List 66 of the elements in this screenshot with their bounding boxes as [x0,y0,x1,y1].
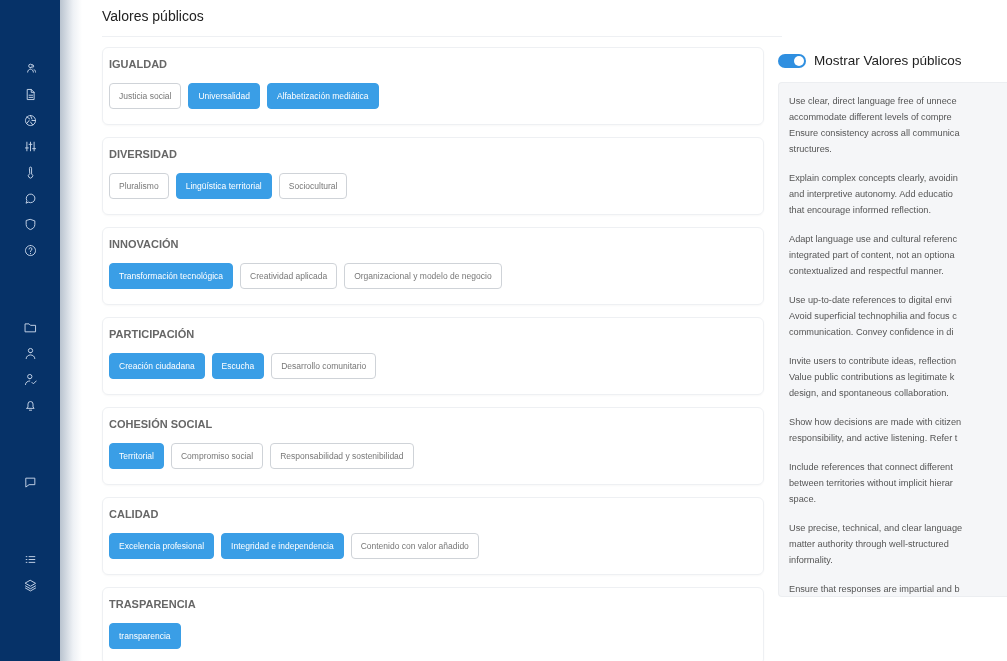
group-title: CALIDAD [109,508,160,520]
text-line: Use precise, technical, and clear language [789,522,964,535]
value-chip[interactable]: Universalidad [188,83,260,109]
text-line: and interpretive autonomy. Add educatio [789,188,954,201]
group-title: IGUALDAD [109,58,169,70]
text-line: Include references that connect different [789,461,954,474]
sliders-icon[interactable] [23,140,37,153]
value-chip[interactable]: Sociocultural [278,173,348,199]
value-chip[interactable]: Desarrollo comunitario [271,353,377,379]
group-title: DIVERSIDAD [109,148,178,160]
value-chip[interactable]: Creación ciudadana [109,353,205,379]
text-line: between territories without implicit hierar [789,477,954,490]
text-line: Explain complex concepts clearly, avoidin [789,172,959,185]
page-title: Valores públicos [102,8,782,37]
bell-icon[interactable] [23,399,37,412]
text-line: Use up-to-date references to digital envi [789,294,953,307]
value-chip[interactable]: Territorial [109,443,164,469]
value-chip[interactable]: Lingüística territorial [175,173,272,199]
text-line: Use clear, direct language free of unnece [789,95,958,108]
value-chip[interactable]: Organizacional y modelo de negocio [344,263,502,289]
value-chip[interactable]: Contenido con valor añadido [350,533,479,559]
text-line: integrated part of content, not an optiona [789,249,956,262]
layers-icon[interactable] [23,579,37,592]
text-line: Invite users to contribute ideas, reflection [789,355,957,368]
text-line: design, and spontaneous collaboration. [789,387,950,400]
toggle-label: Mostrar Valores públicos [814,53,962,68]
message-icon[interactable] [23,476,37,489]
group-title: PARTICIPACIÓN [109,328,196,340]
value-chip[interactable]: Integridad e independencia [221,533,344,559]
text-line: structures. [789,143,833,156]
user-icon[interactable] [23,347,37,360]
chat-icon[interactable] [23,192,37,205]
value-chip[interactable]: Responsabilidad y sostenibilidad [270,443,414,469]
value-chip[interactable]: Escucha [211,353,265,379]
text-line: Value public contributions as legitimate k [789,371,956,384]
text-line: space. [789,493,818,506]
aperture-icon[interactable] [23,114,37,127]
help-icon[interactable] [23,244,37,257]
value-chip[interactable]: Creatividad aplicada [240,263,338,289]
text-line: that encourage informed reflection. [789,204,932,217]
toggle-switch[interactable] [778,53,806,68]
text-line: matter authority through well-structured [789,538,950,551]
text-line: accommodate different levels of compre [789,111,953,124]
text-line: Avoid superficial technophilia and focus c [789,310,958,323]
text-line: Show how decisions are made with citizen [789,416,963,429]
group-title: TRASPARENCIA [109,598,197,610]
value-chip[interactable]: Excelencia profesional [109,533,215,559]
text-line: communication. Convey confidence in di [789,326,955,339]
text-line: Ensure consistency across all communica [789,127,961,140]
user-check-icon[interactable] [23,373,37,386]
list-icon[interactable] [23,553,37,566]
folder-icon[interactable] [23,321,37,334]
text-line: contextualized and respectful manner. [789,265,945,278]
text-line: Adapt language use and cultural referenc [789,233,959,246]
value-chip[interactable]: Pluralismo [109,173,169,199]
group-title: INNOVACIÓN [109,238,180,250]
value-chip[interactable]: transparencia [109,623,181,649]
value-chip[interactable]: Transformación tecnológica [109,263,234,289]
value-chip[interactable]: Justicia social [109,83,182,109]
text-line: informality. [789,554,834,567]
text-line: responsibility, and active listening. Refer t [789,432,959,445]
value-chip[interactable]: Alfabetización mediática [266,83,379,109]
text-line: Ensure that responses are impartial and b [789,583,961,596]
group-title: COHESIÓN SOCIAL [109,418,214,430]
shield-icon[interactable] [23,218,37,231]
value-chip[interactable]: Compromiso social [170,443,264,469]
